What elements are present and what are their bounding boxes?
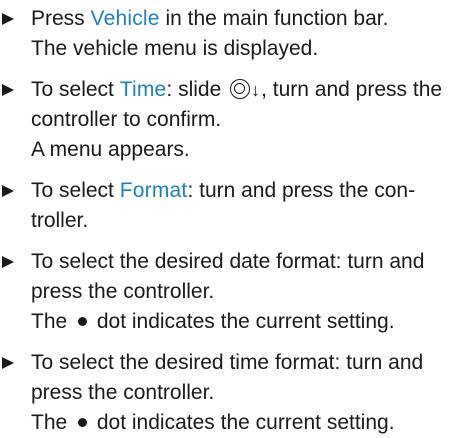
keyword-vehicle: Vehicle	[90, 7, 160, 30]
step-select-format: To select Format: turn and press the con…	[0, 176, 463, 236]
step-text-pre: To select	[31, 179, 120, 202]
keyword-format: Format	[119, 179, 188, 202]
step-text: To select Time: slide ↓, turn and press …	[31, 78, 442, 131]
result-pre: The	[31, 310, 74, 333]
step-text: Press Vehicle in the main function bar.	[31, 7, 388, 30]
step-result: A menu appears.	[31, 138, 190, 161]
step-result: The dot indicates the current setting.	[31, 408, 457, 438]
filled-dot-icon	[78, 317, 88, 326]
triangle-bullet-icon	[2, 357, 14, 369]
triangle-bullet-icon	[2, 185, 14, 197]
step-text-pre: Press	[31, 7, 91, 30]
step-select-time-format: To select the desired time format: turn …	[0, 348, 463, 438]
step-text: To select the desired date format: turn …	[31, 250, 425, 303]
controller-icon	[230, 79, 251, 99]
filled-dot-icon	[78, 418, 88, 427]
triangle-bullet-icon	[2, 84, 14, 96]
step-result: The dot indicates the current setting.	[31, 307, 457, 337]
step-select-time: To select Time: slide ↓, turn and press …	[0, 75, 463, 165]
step-text-post: in the main function bar.	[159, 7, 389, 30]
step-text-pre: To select	[31, 78, 120, 101]
result-post: dot indicates the current setting.	[91, 411, 395, 434]
result-post: dot indicates the current setting.	[91, 310, 395, 333]
triangle-bullet-icon	[2, 13, 14, 25]
step-press-vehicle: Press Vehicle in the main function bar. …	[0, 4, 463, 64]
step-select-date-format: To select the desired date format: turn …	[0, 247, 463, 337]
instruction-list: Press Vehicle in the main function bar. …	[0, 0, 463, 438]
keyword-time: Time	[119, 78, 167, 101]
step-text: To select the desired time format: turn …	[31, 351, 424, 404]
step-text: To select Format: turn and press the con…	[31, 179, 415, 232]
triangle-bullet-icon	[2, 256, 14, 268]
result-pre: The	[31, 411, 74, 434]
arrow-down-icon: ↓	[251, 80, 261, 100]
step-result: The vehicle menu is displayed.	[31, 37, 319, 60]
step-text-mid: : slide	[166, 78, 228, 101]
